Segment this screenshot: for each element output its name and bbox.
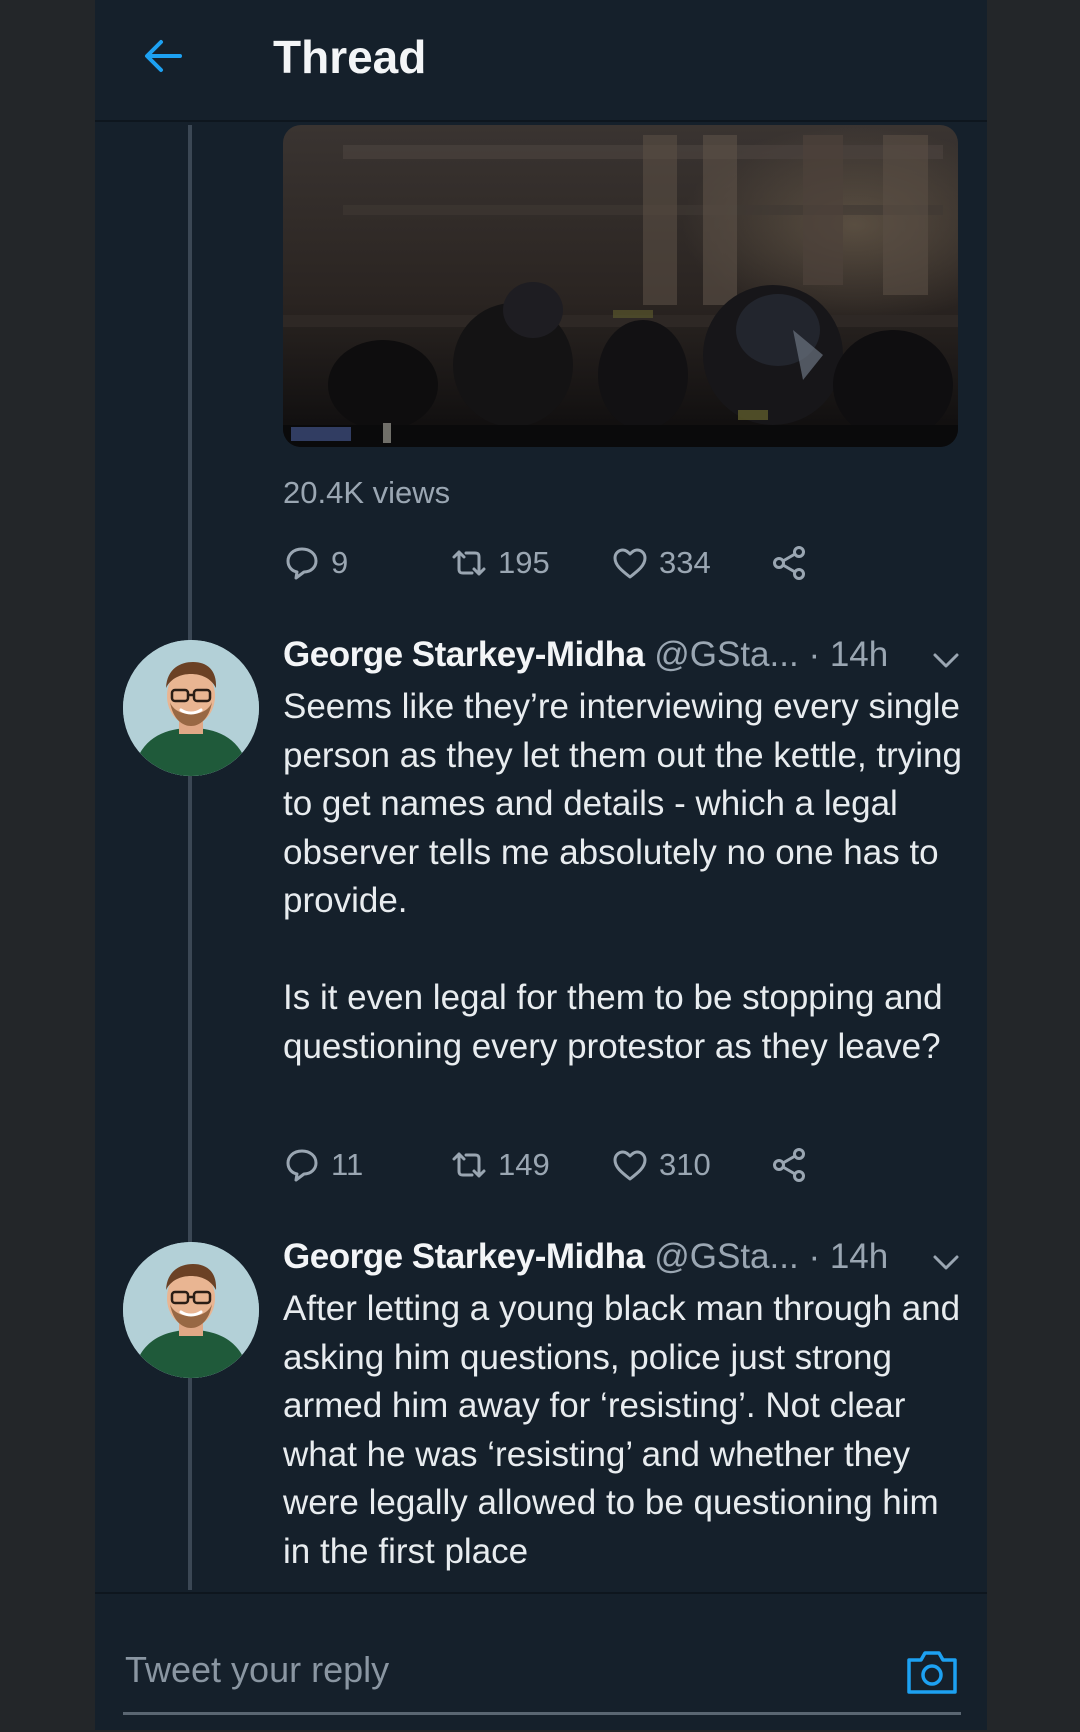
like-count: 310 bbox=[659, 1147, 711, 1182]
reply-button[interactable]: 9 bbox=[283, 538, 348, 588]
page-title: Thread bbox=[273, 31, 427, 83]
author-handle[interactable]: @GSta... bbox=[654, 1237, 798, 1276]
retweet-button[interactable]: 195 bbox=[450, 538, 550, 588]
tweet-time: 14h bbox=[829, 635, 889, 674]
heart-icon bbox=[613, 1150, 647, 1181]
retweet-icon bbox=[452, 550, 486, 576]
tweet-actions: 11 149 310 bbox=[283, 1140, 983, 1190]
tweet-paragraph: After letting a young black man through … bbox=[283, 1289, 961, 1571]
chevron-down-icon[interactable] bbox=[931, 645, 961, 675]
retweet-count: 195 bbox=[498, 545, 550, 580]
author-name[interactable]: George Starkey-Midha bbox=[283, 1237, 645, 1276]
author-handle[interactable]: @GSta... bbox=[654, 635, 798, 674]
share-icon bbox=[773, 546, 805, 580]
input-underline bbox=[123, 1712, 961, 1715]
author-name[interactable]: George Starkey-Midha bbox=[283, 635, 645, 674]
tweet-text: After letting a young black man through … bbox=[283, 1285, 963, 1576]
view-count: 20.4K views bbox=[283, 475, 451, 510]
separator-dot: · bbox=[808, 1237, 821, 1276]
tweet-header: George Starkey-Midha @GSta... · 14h bbox=[283, 635, 973, 685]
avatar[interactable] bbox=[123, 640, 259, 776]
thread-screen: Thread 20.4K views 9 195 334 George Star… bbox=[95, 0, 987, 1730]
tweet-paragraph: Is it even legal for them to be stopping… bbox=[283, 978, 943, 1066]
tweet-paragraph: Seems like they’re interviewing every si… bbox=[283, 687, 962, 920]
tweet-text: Seems like they’re interviewing every si… bbox=[283, 683, 963, 1071]
tweet-time: 14h bbox=[829, 1237, 889, 1276]
avatar[interactable] bbox=[123, 1242, 259, 1378]
reply-bar bbox=[95, 1592, 987, 1732]
tweet-header: George Starkey-Midha @GSta... · 14h bbox=[283, 1237, 973, 1287]
reply-count: 9 bbox=[331, 545, 349, 580]
share-button[interactable] bbox=[770, 538, 808, 588]
reply-count: 11 bbox=[331, 1147, 364, 1182]
share-icon bbox=[773, 1148, 805, 1182]
reply-input[interactable] bbox=[123, 1644, 787, 1696]
chevron-down-icon[interactable] bbox=[931, 1247, 961, 1277]
tweet-actions: 9 195 334 bbox=[283, 538, 983, 588]
share-button[interactable] bbox=[770, 1140, 808, 1190]
separator-dot: · bbox=[808, 635, 821, 674]
camera-icon[interactable] bbox=[903, 1642, 961, 1700]
reply-icon bbox=[286, 547, 318, 580]
reply-button[interactable]: 11 bbox=[283, 1140, 363, 1190]
retweet-count: 149 bbox=[498, 1147, 550, 1182]
like-count: 334 bbox=[659, 545, 711, 580]
reply-icon bbox=[286, 1149, 318, 1182]
retweet-button[interactable]: 149 bbox=[450, 1140, 550, 1190]
video-thumbnail[interactable] bbox=[283, 125, 958, 447]
like-button[interactable]: 310 bbox=[611, 1140, 711, 1190]
arrow-left-icon[interactable] bbox=[140, 33, 186, 79]
heart-icon bbox=[613, 548, 647, 579]
retweet-icon bbox=[452, 1152, 486, 1178]
like-button[interactable]: 334 bbox=[611, 538, 711, 588]
top-bar: Thread bbox=[95, 0, 987, 122]
